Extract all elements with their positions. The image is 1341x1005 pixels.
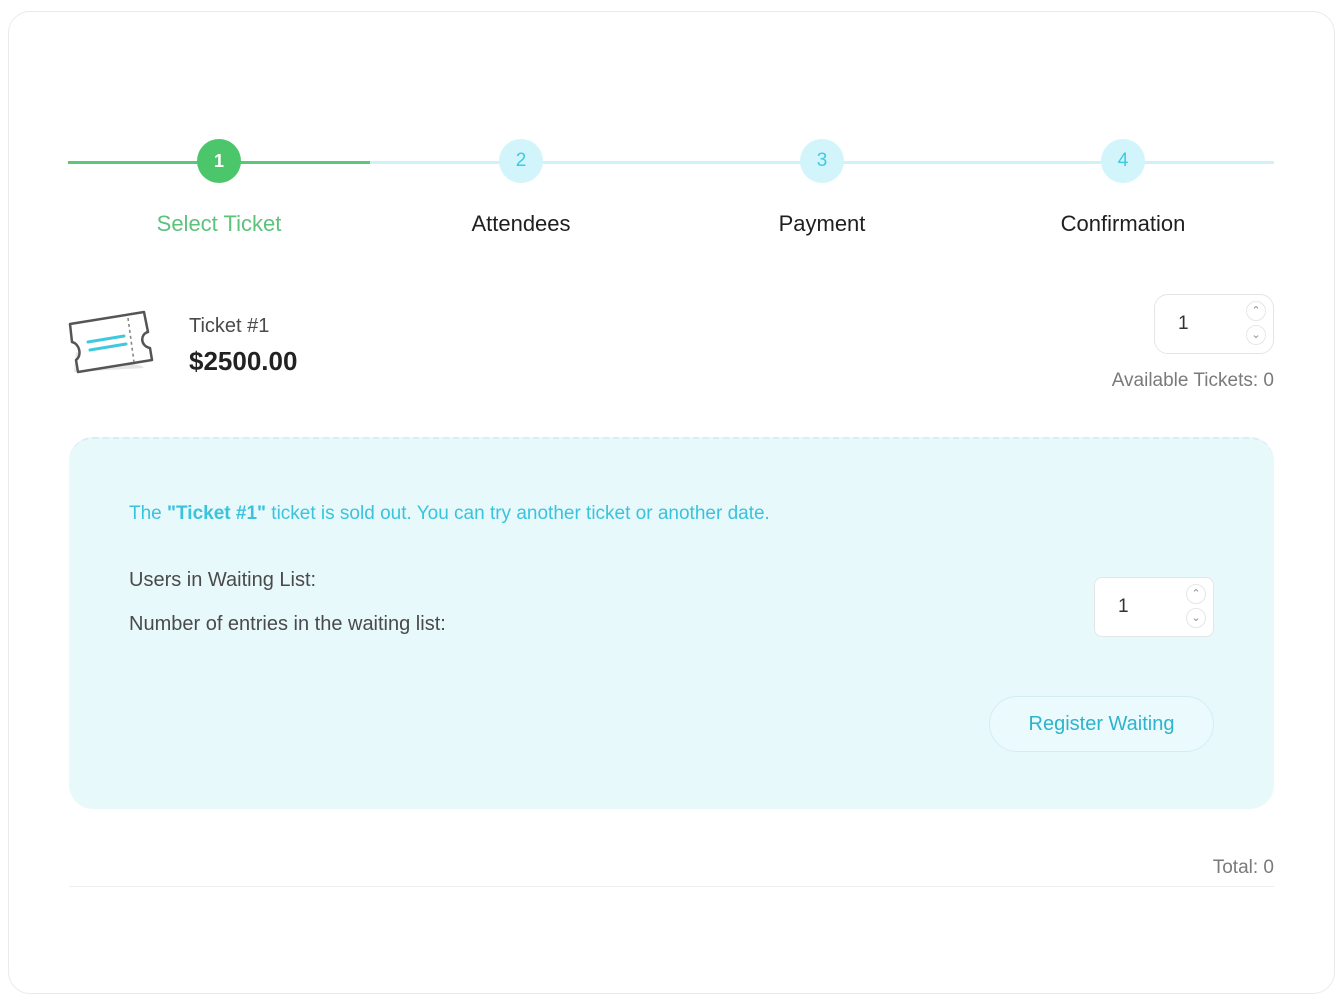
chevron-up-icon[interactable]: ⌃ [1186,584,1206,604]
step-label: Confirmation [1060,211,1186,236]
ticket-name: Ticket #1 [189,315,270,337]
chevron-down-icon[interactable]: ⌄ [1186,608,1206,628]
step-confirmation[interactable]: 4 Confirmation [972,139,1274,249]
step-select-ticket[interactable]: 1 Select Ticket [68,139,370,249]
sold-out-ticket-name: "Ticket #1" [167,503,267,524]
step-payment[interactable]: 3 Payment [671,139,973,249]
ticket-price: $2500.00 [189,346,298,376]
booking-stepper: 1 Select Ticket 2 Attendees 3 Payment 4 … [68,139,1274,249]
ticket-icon [68,308,156,376]
step-label: Payment [778,211,866,236]
total-amount: Total: 0 [1212,857,1274,878]
waiting-entries-value: 1 [1118,596,1129,617]
waiting-entries-label: Number of entries in the waiting list: [129,613,446,635]
sold-out-suffix: ticket is sold out. You can try another … [266,503,770,524]
users-in-waiting-list-label: Users in Waiting List: [129,569,317,591]
sold-out-message: The "Ticket #1" ticket is sold out. You … [129,503,770,525]
divider [69,886,1274,887]
step-label: Attendees [471,211,571,236]
chevron-down-icon[interactable]: ⌄ [1246,325,1266,345]
chevron-up-icon[interactable]: ⌃ [1246,301,1266,321]
waiting-list-panel: The "Ticket #1" ticket is sold out. You … [69,437,1274,809]
step-number-badge: 2 [499,139,543,183]
ticket-quantity-stepper[interactable]: 1 ⌃ ⌄ [1154,294,1274,354]
register-waiting-button[interactable]: Register Waiting [989,696,1214,752]
waiting-entries-stepper[interactable]: 1 ⌃ ⌄ [1094,577,1214,637]
step-number-badge: 4 [1101,139,1145,183]
ticket-quantity-value: 1 [1178,313,1189,334]
step-number-badge: 1 [197,139,241,183]
available-tickets: Available Tickets: 0 [1111,370,1274,391]
step-attendees[interactable]: 2 Attendees [370,139,672,249]
step-label: Select Ticket [156,211,282,236]
sold-out-prefix: The [129,503,168,524]
step-number-badge: 3 [800,139,844,183]
